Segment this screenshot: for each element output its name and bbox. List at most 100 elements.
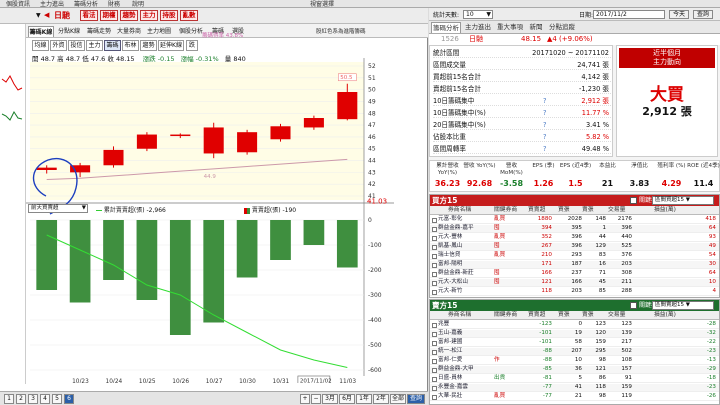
column-header[interactable]: 買張 xyxy=(558,206,570,215)
page-button-selected[interactable]: 6 xyxy=(64,394,74,404)
table-row[interactable]: 大華-民壯 亂買 -77 21 98 119 -26 xyxy=(430,393,719,401)
range-select[interactable]: 區間賣超15 ▼ xyxy=(652,301,714,310)
table-row[interactable]: 元大-新竹 118 203 85 288 4 xyxy=(430,288,719,296)
top-button[interactable]: 期權 xyxy=(100,10,118,21)
tab-branch-kline[interactable]: 分點K線 xyxy=(56,26,82,37)
menu-item[interactable]: 財務 xyxy=(108,0,120,8)
row-checkbox[interactable] xyxy=(432,394,437,400)
column-header[interactable]: 券商名稱 xyxy=(448,311,471,320)
table-row[interactable]: 凱基-鳳山 囤 267 396 129 525 49 xyxy=(430,243,719,251)
column-header[interactable]: 損益(萬) xyxy=(654,311,676,320)
column-header[interactable]: 關鍵券商 xyxy=(494,206,517,215)
menu-item[interactable]: 個股資訊 xyxy=(6,0,30,8)
table-row[interactable]: 富邦-仁愛 作 -88 10 98 108 -13 xyxy=(430,357,719,365)
table-row[interactable]: 統一-松江 -88 207 295 502 -23 xyxy=(430,348,719,356)
table-row[interactable]: 兆豐 -123 0 123 123 -28 xyxy=(430,321,719,329)
key-broker-checkbox[interactable] xyxy=(630,302,637,309)
range-3m-button[interactable]: 3月 xyxy=(322,394,338,404)
date-input[interactable]: 2017/11/2 xyxy=(593,10,665,19)
top-button[interactable]: 亂數 xyxy=(180,10,198,21)
menu-item[interactable]: 主力進出 xyxy=(40,0,64,8)
table-row[interactable]: 群益金鼎-大甲 -85 36 121 157 -29 xyxy=(430,366,719,374)
zoom-out-icon[interactable]: − xyxy=(311,394,321,404)
top-button[interactable]: 主力 xyxy=(140,10,158,21)
candlestick-chart[interactable]: 均線 外資 投信 主力 籌碼 布林 趨勢 延伸K線 跌 籌碼得率 43.8% 開… xyxy=(26,33,394,383)
table-row[interactable]: 群益金鼎-嘉平 囤 394 395 1 396 64 xyxy=(430,225,719,233)
row-checkbox[interactable] xyxy=(432,271,437,277)
row-checkbox[interactable] xyxy=(432,253,437,259)
help-icon[interactable]: ? xyxy=(543,121,547,130)
table-row[interactable]: 玉山-嘉義 -101 19 120 139 -32 xyxy=(430,330,719,338)
row-checkbox[interactable] xyxy=(432,244,437,250)
page-button[interactable]: 4 xyxy=(40,394,50,404)
menu-item[interactable]: 籌碼分析 xyxy=(74,0,98,8)
dropdown-arrow-icon[interactable]: ▼ xyxy=(36,12,41,19)
tab-major-events[interactable]: 重大事項 xyxy=(495,22,525,33)
stat-days-select[interactable]: 10 ▼ xyxy=(463,10,493,19)
row-checkbox[interactable] xyxy=(432,385,437,391)
zoom-in-icon[interactable]: + xyxy=(300,394,310,404)
column-header[interactable]: 損益(萬) xyxy=(654,206,676,215)
page-button[interactable]: 1 xyxy=(4,394,14,404)
tab-news[interactable]: 新聞 xyxy=(527,22,545,33)
menu-item[interactable]: 視窗選擇 xyxy=(310,0,334,8)
row-checkbox[interactable] xyxy=(432,280,437,286)
column-header[interactable]: 交易量 xyxy=(608,206,625,215)
column-header[interactable]: 賣張 xyxy=(582,311,594,320)
row-checkbox[interactable] xyxy=(432,217,437,223)
query-button[interactable]: 查詢 xyxy=(693,10,713,19)
indicator-select[interactable]: 前天買賣超 ▼ xyxy=(28,204,88,213)
row-checkbox[interactable] xyxy=(432,262,437,268)
row-checkbox[interactable] xyxy=(432,289,437,295)
row-checkbox[interactable] xyxy=(432,226,437,232)
table-row[interactable]: 富邦-建國 -101 58 159 217 -22 xyxy=(430,339,719,347)
tab-branch-track[interactable]: 分點追蹤 xyxy=(547,22,577,33)
query-button[interactable]: 查詢 xyxy=(407,394,425,404)
tab-main-inout[interactable]: 主力進出 xyxy=(463,22,493,33)
key-broker-checkbox[interactable] xyxy=(630,197,637,204)
range-6m-button[interactable]: 6月 xyxy=(339,394,355,404)
tab-chip-analysis[interactable]: 籌碼分析 xyxy=(431,22,461,33)
row-checkbox[interactable] xyxy=(432,322,437,328)
range-all-button[interactable]: 全部 xyxy=(390,394,406,404)
table-row[interactable]: 日盛-員林 出貨 -81 5 86 91 -18 xyxy=(430,375,719,383)
table-row[interactable]: 元大-豐林 亂買 352 396 44 440 93 xyxy=(430,234,719,242)
range-1y-button[interactable]: 1年 xyxy=(356,394,372,404)
column-header[interactable]: 券商名稱 xyxy=(448,206,471,215)
today-button[interactable]: 今天 xyxy=(669,10,689,19)
column-header[interactable]: 關鍵券商 xyxy=(494,311,517,320)
tab-big-broker[interactable]: 大量券商 xyxy=(116,26,142,37)
help-icon[interactable]: ? xyxy=(543,97,547,106)
page-button[interactable]: 3 xyxy=(28,394,38,404)
page-button[interactable]: 5 xyxy=(52,394,62,404)
table-row[interactable]: 富邦-陽明 171 187 16 203 30 xyxy=(430,261,719,269)
table-row[interactable]: 瑞士信貸 亂買 210 293 83 376 54 xyxy=(430,252,719,260)
row-checkbox[interactable] xyxy=(432,331,437,337)
page-button[interactable]: 2 xyxy=(16,394,26,404)
column-header[interactable]: 買賣超 xyxy=(528,206,545,215)
help-icon[interactable]: ? xyxy=(543,133,547,142)
row-checkbox[interactable] xyxy=(432,340,437,346)
tab-stock-analysis[interactable]: 個股分析 xyxy=(178,26,204,37)
tab-chip-kline[interactable]: 籌碼K線 xyxy=(28,26,54,37)
table-row[interactable]: 永豐金-嘉雲 -77 41 118 159 -23 xyxy=(430,384,719,392)
tab-chip-trend[interactable]: 籌碼走勢 xyxy=(86,26,112,37)
prev-stock-icon[interactable]: ◀ xyxy=(44,11,49,19)
column-header[interactable]: 賣張 xyxy=(582,206,594,215)
row-checkbox[interactable] xyxy=(432,367,437,373)
column-header[interactable]: 買張 xyxy=(558,311,570,320)
menu-item[interactable]: 說明 xyxy=(132,0,144,8)
table-row[interactable]: 元富-彰化 亂買 1880 2028 148 2176 418 xyxy=(430,216,719,224)
table-row[interactable]: 群益金鼎-新莊 囤 166 237 71 308 64 xyxy=(430,270,719,278)
row-checkbox[interactable] xyxy=(432,358,437,364)
range-2y-button[interactable]: 2年 xyxy=(373,394,389,404)
top-button[interactable]: 持股 xyxy=(160,10,178,21)
range-select[interactable]: 區間買超15 ▼ xyxy=(652,196,714,205)
tab-main-map[interactable]: 主力地圖 xyxy=(146,26,172,37)
column-header[interactable]: 交易量 xyxy=(608,311,625,320)
help-icon[interactable]: ? xyxy=(543,145,547,154)
row-checkbox[interactable] xyxy=(432,235,437,241)
help-icon[interactable]: ? xyxy=(543,109,547,118)
row-checkbox[interactable] xyxy=(432,349,437,355)
top-button[interactable]: 趨勢 xyxy=(120,10,138,21)
